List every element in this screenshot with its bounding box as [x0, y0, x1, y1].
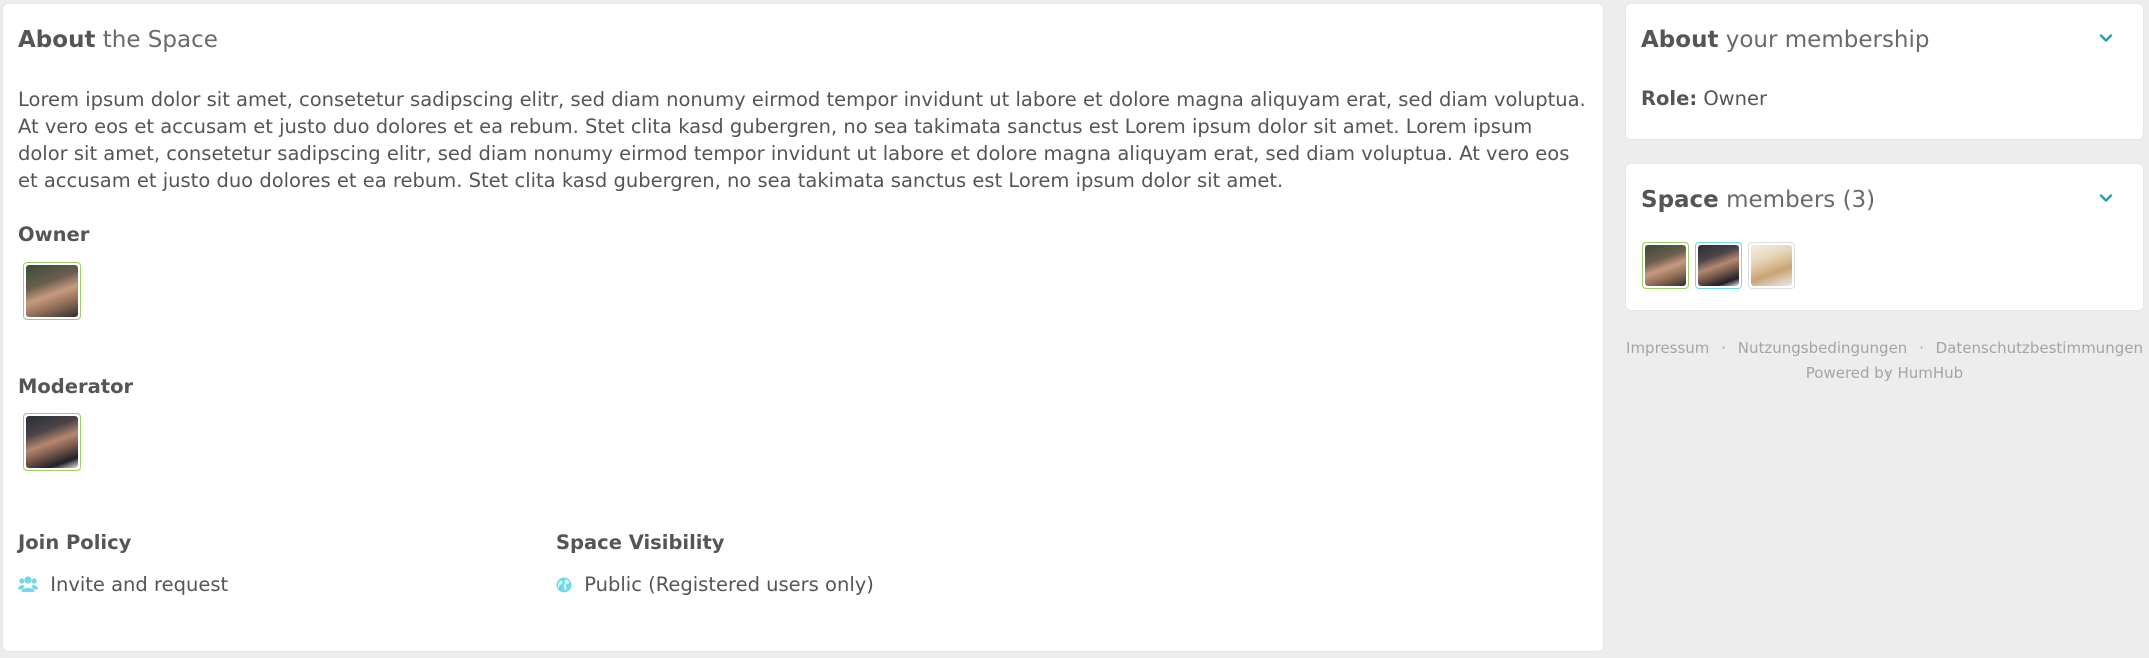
moderator-label: Moderator — [18, 375, 134, 398]
join-policy-label: Join Policy — [18, 531, 132, 554]
about-space-panel: About the Space Lorem ipsum dolor sit am… — [3, 4, 1603, 651]
role-value: Owner — [1703, 87, 1767, 110]
footer-link-impressum[interactable]: Impressum — [1626, 339, 1709, 357]
space-visibility-label: Space Visibility — [556, 531, 725, 554]
avatar-image — [26, 265, 78, 317]
join-policy-text: Invite and request — [50, 573, 229, 596]
globe-icon — [556, 574, 572, 600]
member-avatar[interactable] — [1695, 242, 1742, 289]
space-visibility-text: Public (Registered users only) — [584, 573, 874, 596]
footer-separator: · — [1919, 339, 1924, 357]
title-light: your membership — [1725, 27, 1930, 53]
footer-link-terms[interactable]: Nutzungsbedingungen — [1738, 339, 1908, 357]
space-description: Lorem ipsum dolor sit amet, consetetur s… — [18, 88, 1586, 192]
chevron-down-icon[interactable] — [2099, 30, 2113, 44]
about-space-title: About the Space — [18, 24, 218, 56]
chevron-down-icon[interactable] — [2099, 190, 2113, 204]
footer-link-privacy[interactable]: Datenschutzbestimmungen — [1936, 339, 2143, 357]
space-members-title: Space members (3) — [1641, 184, 1875, 216]
avatar-image — [1645, 245, 1686, 286]
title-strong: About — [1641, 27, 1719, 53]
footer-powered-by: Powered by HumHub — [1626, 361, 2143, 386]
moderator-avatar[interactable] — [23, 413, 81, 471]
space-visibility-value: Public (Registered users only) — [556, 572, 874, 600]
avatar-image — [26, 416, 78, 468]
title-light: members (3) — [1726, 187, 1876, 213]
users-icon — [18, 574, 38, 600]
humhub-link[interactable]: HumHub — [1898, 364, 1964, 382]
avatar-image — [1751, 245, 1792, 286]
membership-role: Role: Owner — [1641, 86, 1767, 112]
title-light: the Space — [102, 27, 218, 53]
powered-by-text: Powered by — [1805, 364, 1893, 382]
title-strong: Space — [1641, 187, 1719, 213]
owner-label: Owner — [18, 223, 90, 246]
title-strong: About — [18, 27, 96, 53]
join-policy-value: Invite and request — [18, 572, 228, 600]
member-avatar[interactable] — [1748, 242, 1795, 289]
membership-title: About your membership — [1641, 24, 1930, 56]
footer-separator: · — [1721, 339, 1726, 357]
owner-avatar[interactable] — [23, 262, 81, 320]
membership-panel: About your membership Role: Owner — [1626, 4, 2143, 139]
avatar-image — [1698, 245, 1739, 286]
member-avatar[interactable] — [1642, 242, 1689, 289]
role-label: Role: — [1641, 87, 1698, 110]
